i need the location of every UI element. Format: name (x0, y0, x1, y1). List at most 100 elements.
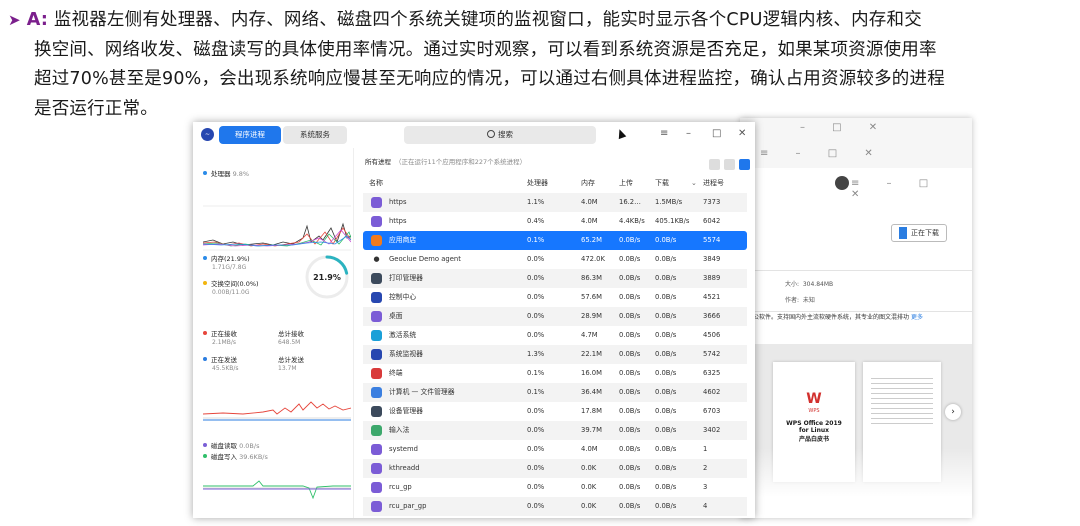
swap-detail: 0.00B/11.0G (212, 289, 250, 296)
table-row[interactable]: 系统监视器 1.3% 22.1M 0.0B/s 0.0B/s 5742 (363, 345, 747, 364)
cell-name: systemd (389, 445, 418, 453)
app-meta: 大小: 304.84MB 作者: 未知 (751, 270, 972, 312)
table-row[interactable]: 控制中心 0.0% 57.6M 0.0B/s 0.0B/s 4521 (363, 288, 747, 307)
cell-cpu: 0.0% (527, 483, 545, 491)
navy-app-icon (371, 349, 382, 360)
table-row[interactable]: rcu_gp 0.0% 0.0K 0.0B/s 0.0B/s 3 (363, 478, 747, 497)
cell-cpu: 0.0% (527, 331, 545, 339)
search-input[interactable]: 搜索 (404, 126, 596, 144)
cell-memory: 4.0M (581, 198, 598, 206)
close-button[interactable]: ✕ (738, 128, 746, 139)
cell-name: rcu_par_gp (389, 502, 427, 510)
table-row[interactable]: 计算机 — 文件管理器 0.1% 36.4M 0.0B/s 0.0B/s 4602 (363, 383, 747, 402)
view-user-icon[interactable] (724, 159, 735, 170)
cell-name: 控制中心 (389, 293, 417, 301)
system-monitor-logo-icon: ~ (201, 128, 214, 141)
maximize-button[interactable]: □ (712, 128, 721, 139)
table-row[interactable]: 设备管理器 0.0% 17.8M 0.0B/s 0.0B/s 6703 (363, 402, 747, 421)
table-row[interactable]: 桌面 0.0% 28.9M 0.0B/s 0.0B/s 3666 (363, 307, 747, 326)
cell-pid: 3849 (703, 255, 721, 263)
bullet-arrow-icon: ➤ (8, 11, 21, 29)
cell-memory: 57.6M (581, 293, 602, 301)
column-cpu[interactable]: 处理器 (527, 178, 548, 188)
column-memory[interactable]: 内存 (581, 178, 595, 188)
table-row[interactable]: rcu_par_gp 0.0% 0.0K 0.0B/s 0.0B/s 4 (363, 497, 747, 516)
cell-name: https (389, 198, 407, 206)
disk-read-value: 0.0B/s (239, 442, 260, 450)
process-header: 所有进程 （正在运行11个应用程序和227个系统进程） (365, 158, 527, 166)
background-app-store-window: – □ ✕ ≡ – □ ✕ ≡ – □ ✕ 正在下载 大小: 304.84MB … (740, 118, 972, 518)
cell-upload: 4.4KB/s (619, 217, 645, 225)
table-row[interactable]: systemd 0.0% 4.0M 0.0B/s 0.0B/s 1 (363, 440, 747, 459)
menu-button[interactable]: ≡ (660, 128, 668, 139)
column-download[interactable]: 下载 ⌄ (655, 178, 697, 188)
cell-cpu: 0.4% (527, 217, 545, 225)
purple-app-icon (371, 463, 382, 474)
purple-app-icon (371, 501, 382, 512)
more-link[interactable]: 更多 (911, 314, 923, 321)
minimize-button[interactable]: – (686, 128, 691, 139)
cell-memory: 65.2M (581, 236, 602, 244)
network-chart (203, 401, 351, 421)
table-row[interactable]: kthreadd 0.0% 0.0K 0.0B/s 0.0B/s 2 (363, 459, 747, 478)
memory-gauge-value: 21.9% (313, 273, 341, 282)
table-row[interactable]: 终端 0.1% 16.0M 0.0B/s 0.0B/s 6325 (363, 364, 747, 383)
size-value: 304.84MB (802, 281, 834, 288)
disk-read-label: 磁盘读取 0.0B/s (203, 440, 259, 450)
recv-value: 2.1MB/s (212, 339, 236, 346)
cell-memory: 16.0M (581, 369, 602, 377)
column-name[interactable]: 名称 (369, 178, 383, 188)
cell-cpu: 0.0% (527, 464, 545, 472)
cell-pid: 3666 (703, 312, 721, 320)
cell-memory: 39.7M (581, 426, 602, 434)
table-row[interactable]: https 0.4% 4.0M 4.4KB/s 405.1KB/s 6042 (363, 212, 747, 231)
titlebar: ~ 程序进程 系统服务 搜索 ≡ – □ ✕ (193, 122, 755, 148)
swap-label: 交换空间(0.0%) (203, 278, 259, 288)
recv-label: 正在接收 (203, 328, 237, 338)
cell-upload: 0.0B/s (619, 445, 641, 453)
author-label: 作者: (785, 297, 800, 304)
download-progress-icon (899, 227, 907, 239)
disk-write-line (203, 480, 351, 500)
cell-memory: 86.3M (581, 274, 602, 282)
cell-name: https (389, 217, 407, 225)
cell-upload: 0.0B/s (619, 331, 641, 339)
avatar[interactable] (835, 176, 849, 190)
cell-download: 1.5MB/s (655, 198, 683, 206)
view-all-icon[interactable] (739, 159, 750, 170)
next-screenshot-button[interactable]: › (945, 404, 961, 420)
cell-cpu: 0.0% (527, 255, 545, 263)
table-row[interactable]: 应用商店 0.1% 65.2M 0.0B/s 0.0B/s 5574 (363, 231, 747, 250)
monitor-panel: 处理器 9.8% 内存(21.9%) 1.71G/7.8G 交换空间(0.0%)… (193, 148, 354, 518)
cell-pid: 4602 (703, 388, 721, 396)
cyan-app-icon (371, 330, 382, 341)
dark-app-icon (371, 406, 382, 417)
column-upload[interactable]: 上传 (619, 178, 633, 188)
blue-app-icon (371, 387, 382, 398)
cell-name: 计算机 — 文件管理器 (389, 388, 455, 396)
red-app-icon (371, 368, 382, 379)
tab-processes[interactable]: 程序进程 (219, 126, 281, 144)
table-row[interactable]: 激活系统 0.0% 4.7M 0.0B/s 0.0B/s 4506 (363, 326, 747, 345)
cell-upload: 0.0B/s (619, 502, 641, 510)
table-row[interactable]: https 1.1% 4.0M 16.2… 1.5MB/s 7373 (363, 193, 747, 212)
cell-memory: 36.4M (581, 388, 602, 396)
memory-detail: 1.71G/7.8G (212, 264, 247, 271)
cell-pid: 2 (703, 464, 708, 472)
view-app-icon[interactable] (709, 159, 720, 170)
cell-pid: 7373 (703, 198, 721, 206)
cell-pid: 5742 (703, 350, 721, 358)
table-row[interactable]: 打印管理器 0.0% 86.3M 0.0B/s 0.0B/s 3889 (363, 269, 747, 288)
column-pid[interactable]: 进程号 (703, 178, 724, 188)
cell-download: 0.0B/s (655, 445, 677, 453)
table-row[interactable]: ● Geoclue Demo agent 0.0% 472.0K 0.0B/s 0.0B/… (363, 250, 747, 269)
table-row[interactable]: 输入法 0.0% 39.7M 0.0B/s 0.0B/s 3402 (363, 421, 747, 440)
tab-services[interactable]: 系统服务 (283, 126, 347, 144)
cell-name: 设备管理器 (389, 407, 423, 415)
cell-upload: 0.0B/s (619, 464, 641, 472)
pin-app-icon: ● (373, 255, 380, 263)
download-button[interactable]: 正在下载 (891, 224, 947, 242)
memory-label: 内存(21.9%) (203, 253, 250, 263)
cell-upload: 0.0B/s (619, 388, 641, 396)
cell-download: 0.0B/s (655, 255, 677, 263)
